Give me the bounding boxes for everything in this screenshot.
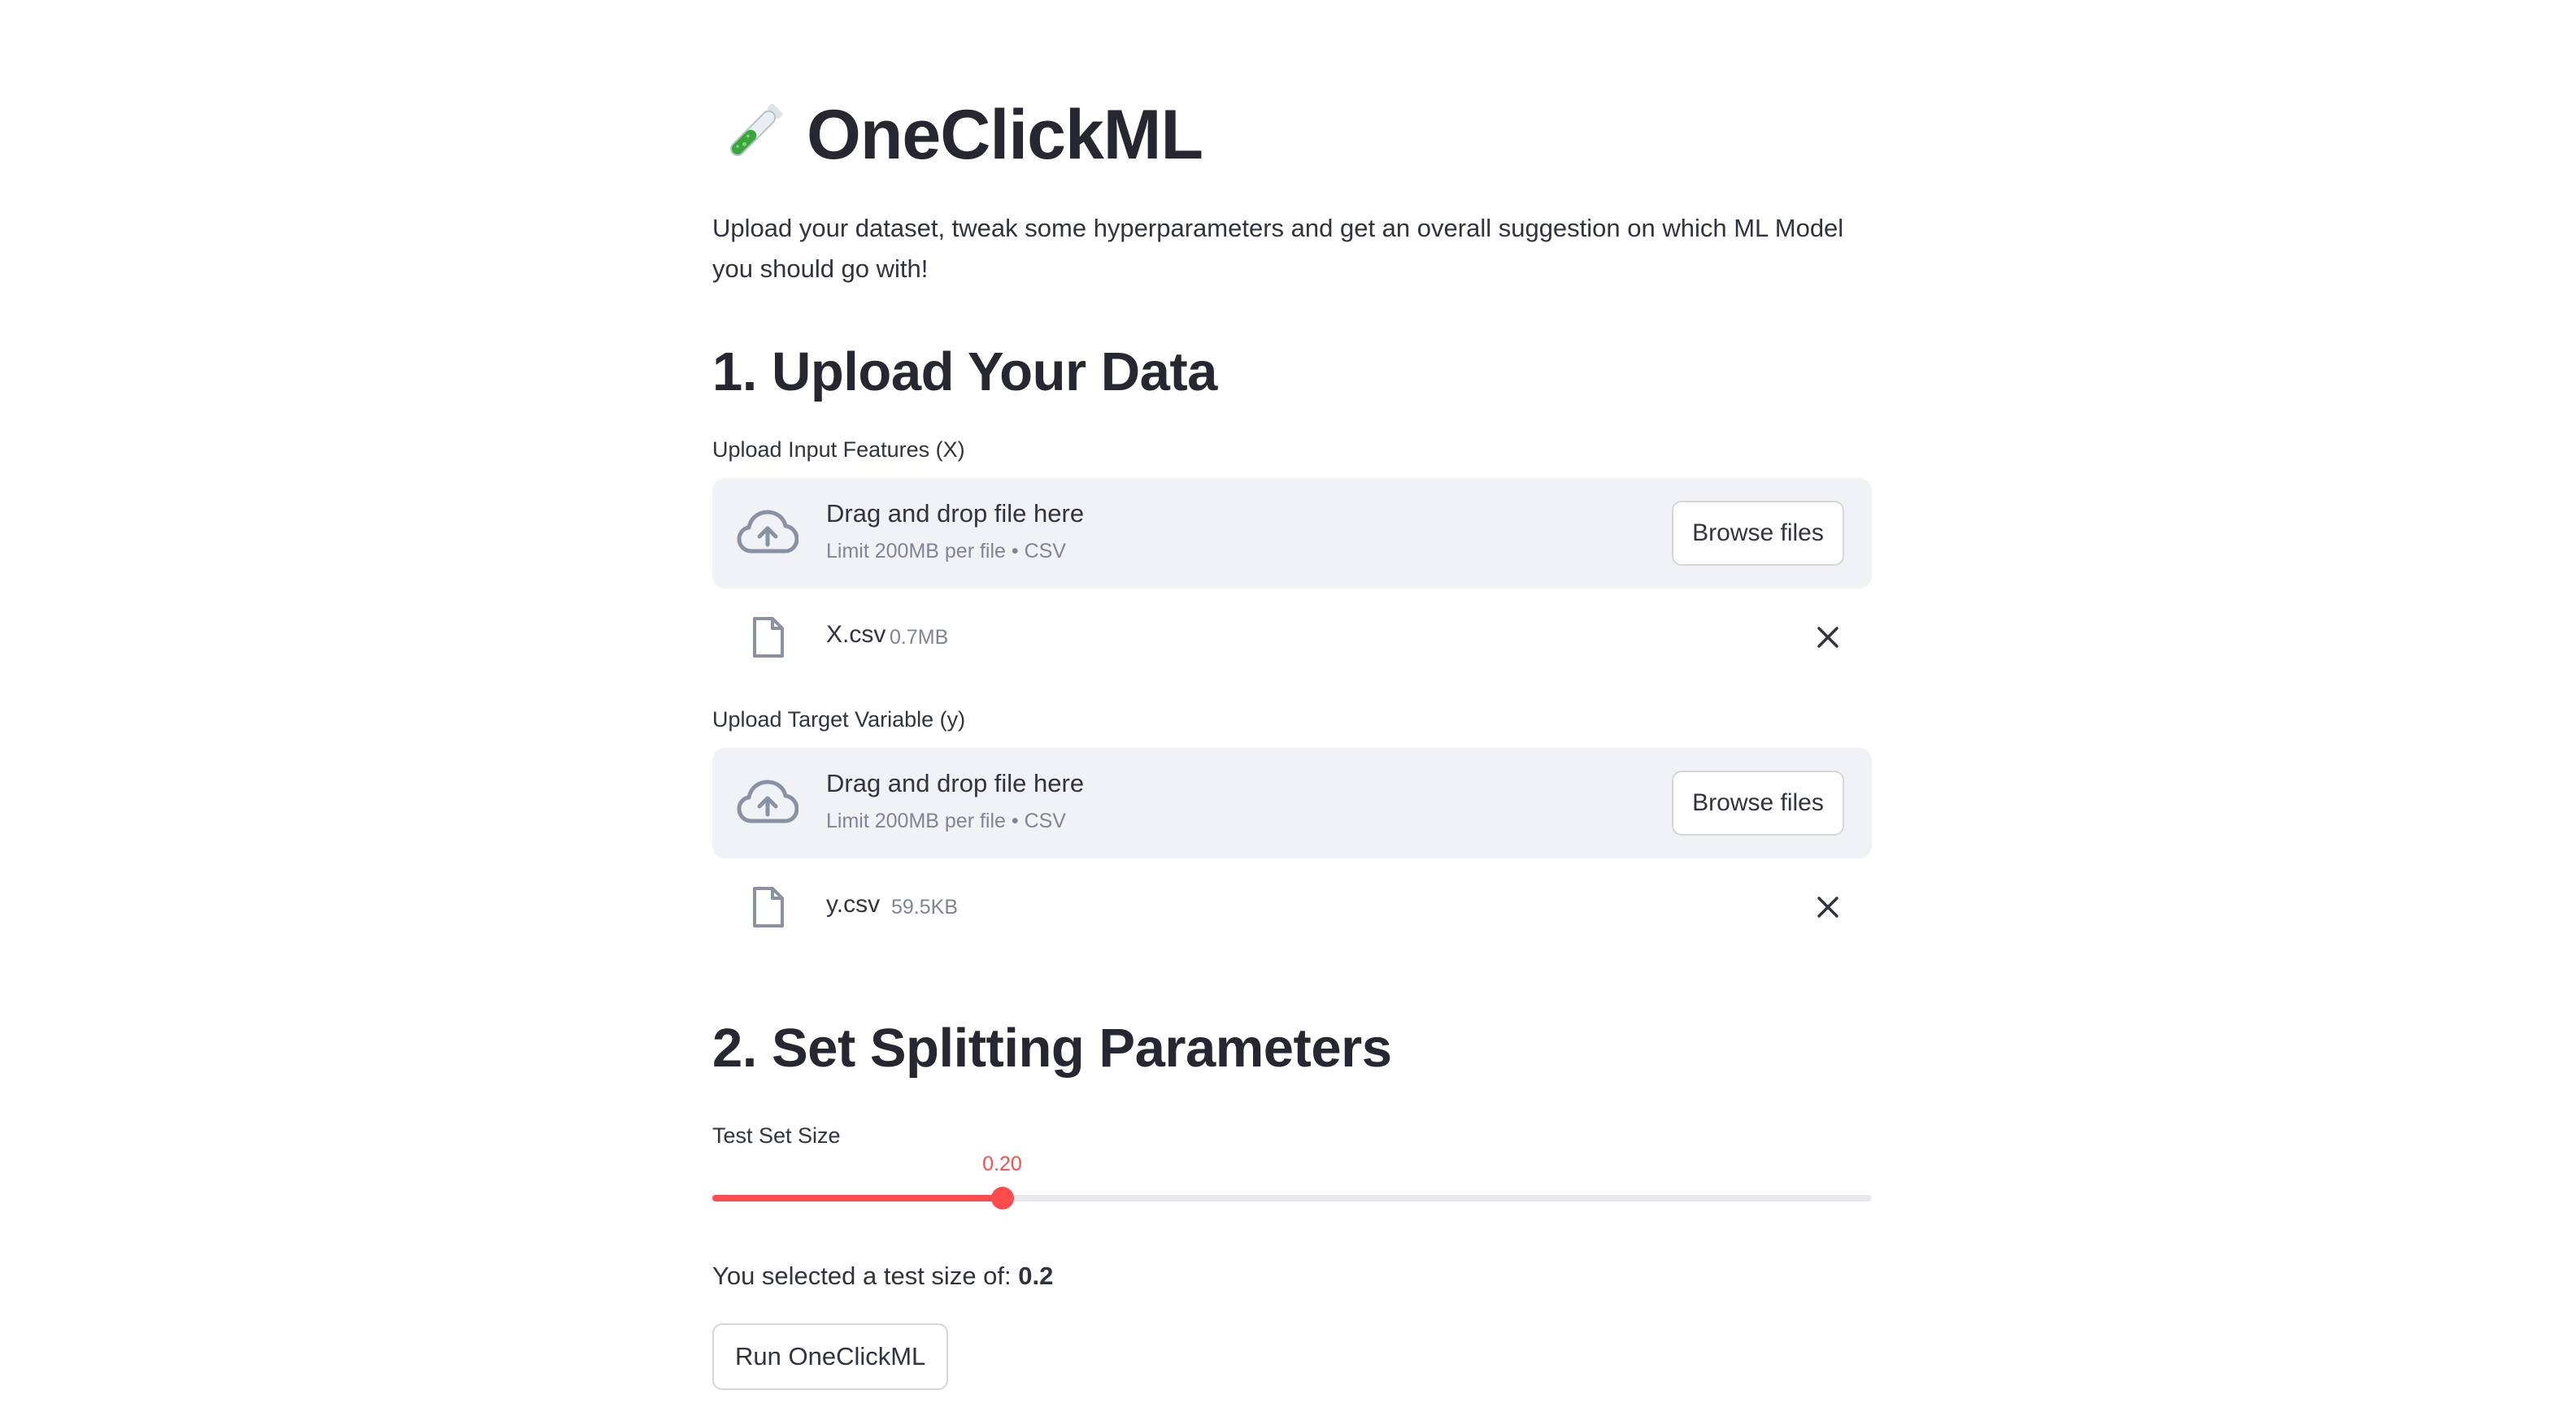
close-icon[interactable] bbox=[1815, 624, 1841, 650]
selected-prefix: You selected a test size of: bbox=[712, 1262, 1019, 1290]
page-title-row: OneClickML bbox=[712, 96, 1203, 174]
selected-test-size-text: You selected a test size of: 0.2 bbox=[712, 1262, 1053, 1291]
dropzone-instruction: Drag and drop file here bbox=[826, 499, 1085, 528]
browse-files-button[interactable]: Browse files bbox=[1672, 771, 1844, 836]
dropzone-instruction: Drag and drop file here bbox=[826, 769, 1085, 797]
uploader-y-dropzone[interactable]: Drag and drop file here Limit 200MB per … bbox=[712, 748, 1872, 858]
page-title: OneClickML bbox=[807, 96, 1203, 174]
file-icon bbox=[753, 887, 784, 927]
run-oneclickml-button[interactable]: Run OneClickML bbox=[712, 1323, 949, 1390]
browse-files-button[interactable]: Browse files bbox=[1672, 501, 1844, 566]
slider-fill bbox=[712, 1195, 1003, 1201]
file-size: 0.7MB bbox=[890, 626, 949, 649]
uploader-x-dropzone[interactable]: Drag and drop file here Limit 200MB per … bbox=[712, 478, 1872, 589]
uploader-x-label: Upload Input Features (X) bbox=[712, 437, 965, 462]
intro-text: Upload your dataset, tweak some hyperpar… bbox=[712, 214, 1844, 283]
dropzone-limit: Limit 200MB per file • CSV bbox=[826, 540, 1066, 563]
dropzone-limit: Limit 200MB per file • CSV bbox=[826, 810, 1066, 832]
file-name: X.csv bbox=[826, 621, 886, 648]
close-icon[interactable] bbox=[1815, 894, 1841, 920]
slider-thumb[interactable] bbox=[990, 1187, 1014, 1210]
file-icon bbox=[753, 617, 784, 658]
file-size: 59.5KB bbox=[891, 896, 959, 919]
uploaded-file-y: y.csv 59.5KB bbox=[712, 875, 1872, 940]
uploader-y-label: Upload Target Variable (y) bbox=[712, 707, 966, 732]
cloud-upload-icon bbox=[737, 510, 798, 554]
selected-value: 0.2 bbox=[1018, 1262, 1054, 1290]
test-tube-icon bbox=[730, 103, 783, 156]
test-size-slider[interactable]: 0.20 bbox=[712, 1153, 1872, 1210]
test-size-label: Test Set Size bbox=[712, 1123, 841, 1148]
slider-value-label: 0.20 bbox=[982, 1153, 1022, 1175]
file-name: y.csv bbox=[826, 891, 881, 918]
cloud-upload-icon bbox=[737, 780, 798, 823]
section-upload-heading: 1. Upload Your Data bbox=[712, 341, 1217, 402]
section-splitting-heading: 2. Set Splitting Parameters bbox=[712, 1018, 1392, 1079]
uploaded-file-x: X.csv 0.7MB bbox=[712, 605, 1872, 670]
